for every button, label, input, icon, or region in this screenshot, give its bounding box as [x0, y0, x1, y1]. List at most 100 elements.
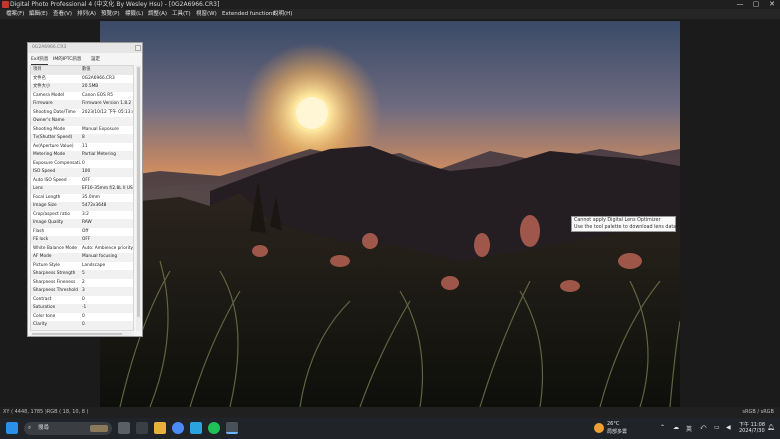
exif-row[interactable]: Sharpness Threshold 3 — [31, 287, 133, 296]
file-explorer-icon[interactable] — [154, 422, 166, 434]
cloud-icon[interactable]: ☁ — [673, 424, 679, 431]
exif-row[interactable]: Focal Length 35.0mm — [31, 194, 133, 203]
exif-value: Auto: Ambience priority — [82, 245, 134, 251]
exif-row[interactable]: Exposure Compensati... 0 — [31, 160, 133, 169]
taskbar-search[interactable]: ⌕ 搜尋 — [24, 422, 112, 435]
tab-exif[interactable]: Exif訊息 — [31, 56, 49, 65]
menu-label[interactable]: 標籤(L) — [125, 9, 143, 19]
exif-value: 35.0mm — [82, 194, 100, 200]
info-panel-close-button[interactable] — [135, 45, 141, 51]
exif-row[interactable]: Image Quality RAW — [31, 219, 133, 228]
tab-settings[interactable]: 設定 — [91, 56, 100, 64]
exif-row[interactable]: Flash Off — [31, 228, 133, 237]
menu-extended-functions[interactable]: Extended functions — [222, 9, 275, 19]
exif-row[interactable]: Tv(Shutter Speed) 8 — [31, 134, 133, 143]
menu-help[interactable]: 說明(H) — [273, 9, 292, 19]
exif-value: 0G2A6966.CR3 — [82, 75, 115, 81]
exif-row[interactable]: Sharpness Fineness 2 — [31, 279, 133, 288]
exif-row[interactable]: Av(Aperture Value) 11 — [31, 143, 133, 152]
window-title: Digital Photo Professional 4 (中文化 By Wes… — [10, 1, 220, 8]
exif-key: Color tone — [33, 313, 56, 319]
exif-value: Landscape — [82, 262, 106, 268]
minimize-button[interactable]: — — [732, 0, 748, 9]
exif-row[interactable]: 文件大小 20.5MB — [31, 83, 133, 92]
task-view-icon[interactable] — [118, 422, 130, 434]
exif-row[interactable]: Crop/aspect ratio 3:2 — [31, 211, 133, 220]
exif-key: 文件大小 — [33, 84, 51, 89]
exif-key: Sharpness Fineness — [33, 279, 76, 285]
header-value: 數值 — [82, 67, 91, 72]
exif-key: Image Size — [33, 203, 57, 208]
exif-row[interactable]: Sharpness Strength 5 — [31, 270, 133, 279]
exif-row[interactable]: Clarity 0 — [31, 321, 133, 330]
exif-row[interactable]: White Balance Mode Auto: Ambience priorit… — [31, 245, 134, 254]
exif-key: Lens — [33, 186, 43, 191]
exif-row[interactable]: Owner's Name — [31, 117, 133, 126]
store-icon[interactable] — [190, 422, 202, 434]
exif-row[interactable]: Lens EF16-35mm f/2.8L II USM — [31, 185, 134, 194]
exif-row[interactable]: Shooting Mode Manual Exposure — [31, 126, 133, 135]
menu-window[interactable]: 視窗(W) — [196, 9, 217, 19]
exif-row[interactable]: Shooting Date/Time 2023/10/12 下午 05:13:49 — [31, 109, 133, 118]
notification-bell-icon[interactable]: 🔔︎ — [767, 424, 775, 431]
exif-key: Shooting Date/Time — [33, 109, 76, 115]
info-panel[interactable]: 0G2A6966.CR3 Exif訊息 IM的IPTC訊息 設定 項目 數值 文… — [27, 42, 143, 337]
line-app-icon[interactable] — [208, 422, 220, 434]
exif-key: Tv(Shutter Speed) — [33, 135, 73, 140]
exif-key: 文件名 — [33, 75, 46, 81]
menu-file[interactable]: 檔案(F) — [6, 9, 24, 19]
info-panel-horizontal-scrollbar[interactable] — [30, 332, 134, 336]
menu-adjust[interactable]: 調整(A) — [148, 9, 167, 19]
exif-row[interactable]: Image Size 5472x3648 — [31, 202, 133, 211]
weather-temp: 26°C — [607, 421, 620, 427]
search-highlight-image — [90, 425, 108, 432]
menu-tools[interactable]: 工具(T) — [172, 9, 191, 19]
dpp-app-icon[interactable] — [226, 422, 238, 434]
exif-row[interactable]: AF Mode Manual focusing — [31, 253, 133, 262]
tooltip-line-1: Cannot apply Digital Lens Optimizer — [574, 218, 661, 223]
exif-value: Firmware Version 1.8.2 — [82, 101, 132, 106]
photo-preview[interactable] — [100, 21, 680, 407]
exif-row[interactable]: Picture Style Landscape — [31, 262, 133, 271]
exif-key: Picture Style — [33, 262, 60, 268]
chevron-up-icon[interactable]: ⌃ — [660, 424, 665, 431]
exif-value: EF16-35mm f/2.8L II USM — [82, 186, 134, 191]
close-button[interactable]: ✕ — [764, 0, 780, 9]
ime-mode-icon[interactable]: ⤺ — [700, 424, 706, 432]
chrome-icon[interactable] — [172, 422, 184, 434]
ime-indicator[interactable]: 英 — [686, 424, 692, 433]
network-icon[interactable]: ▭ — [714, 424, 720, 431]
color-space: sRGB / sRGB — [742, 409, 774, 415]
exif-row[interactable]: Metering Mode Partial Metering — [31, 151, 133, 160]
maximize-button[interactable]: ▢ — [748, 0, 764, 9]
exif-row[interactable]: 文件名 0G2A6966.CR3 — [31, 75, 133, 84]
exif-key: Sharpness Strength — [33, 271, 76, 276]
menu-preview[interactable]: 預覽(P) — [101, 9, 120, 19]
exif-row[interactable]: Saturation -1 — [31, 304, 133, 313]
windows-start-icon[interactable] — [6, 422, 18, 434]
exif-row[interactable]: ISO Speed 100 — [31, 168, 133, 177]
exif-row[interactable]: Firmware Firmware Version 1.8.2 — [31, 100, 133, 109]
exif-key: Metering Mode — [33, 152, 66, 157]
widgets-icon[interactable] — [136, 422, 148, 434]
clock-date[interactable]: 2024/7/30 — [739, 428, 765, 434]
exif-value: 3 — [82, 288, 85, 293]
landscape-photo — [100, 21, 680, 407]
menu-arrange[interactable]: 排列(A) — [77, 9, 96, 19]
exif-row[interactable]: Camera Model Canon EOS R5 — [31, 92, 133, 101]
exif-row[interactable]: Color tone 0 — [31, 313, 133, 322]
exif-row[interactable]: Auto ISO Speed OFF — [31, 177, 133, 186]
info-panel-vertical-scrollbar[interactable] — [136, 65, 141, 331]
clock-time[interactable]: 下午 11:08 — [739, 421, 765, 428]
exif-value: 8 — [82, 135, 85, 140]
exif-key: Crop/aspect ratio — [33, 211, 71, 217]
menu-view[interactable]: 查看(V) — [53, 9, 72, 19]
exif-row[interactable]: FE lock OFF — [31, 236, 133, 245]
exif-value: Canon EOS R5 — [82, 92, 113, 98]
exif-key: Saturation — [33, 305, 56, 310]
volume-icon[interactable]: ◀ — [726, 424, 731, 431]
tab-iptc[interactable]: IM的IPTC訊息 — [53, 56, 81, 64]
exif-row[interactable]: Contrast 0 — [31, 296, 133, 305]
menu-edit[interactable]: 編輯(E) — [29, 9, 48, 19]
weather-icon[interactable] — [594, 423, 604, 433]
